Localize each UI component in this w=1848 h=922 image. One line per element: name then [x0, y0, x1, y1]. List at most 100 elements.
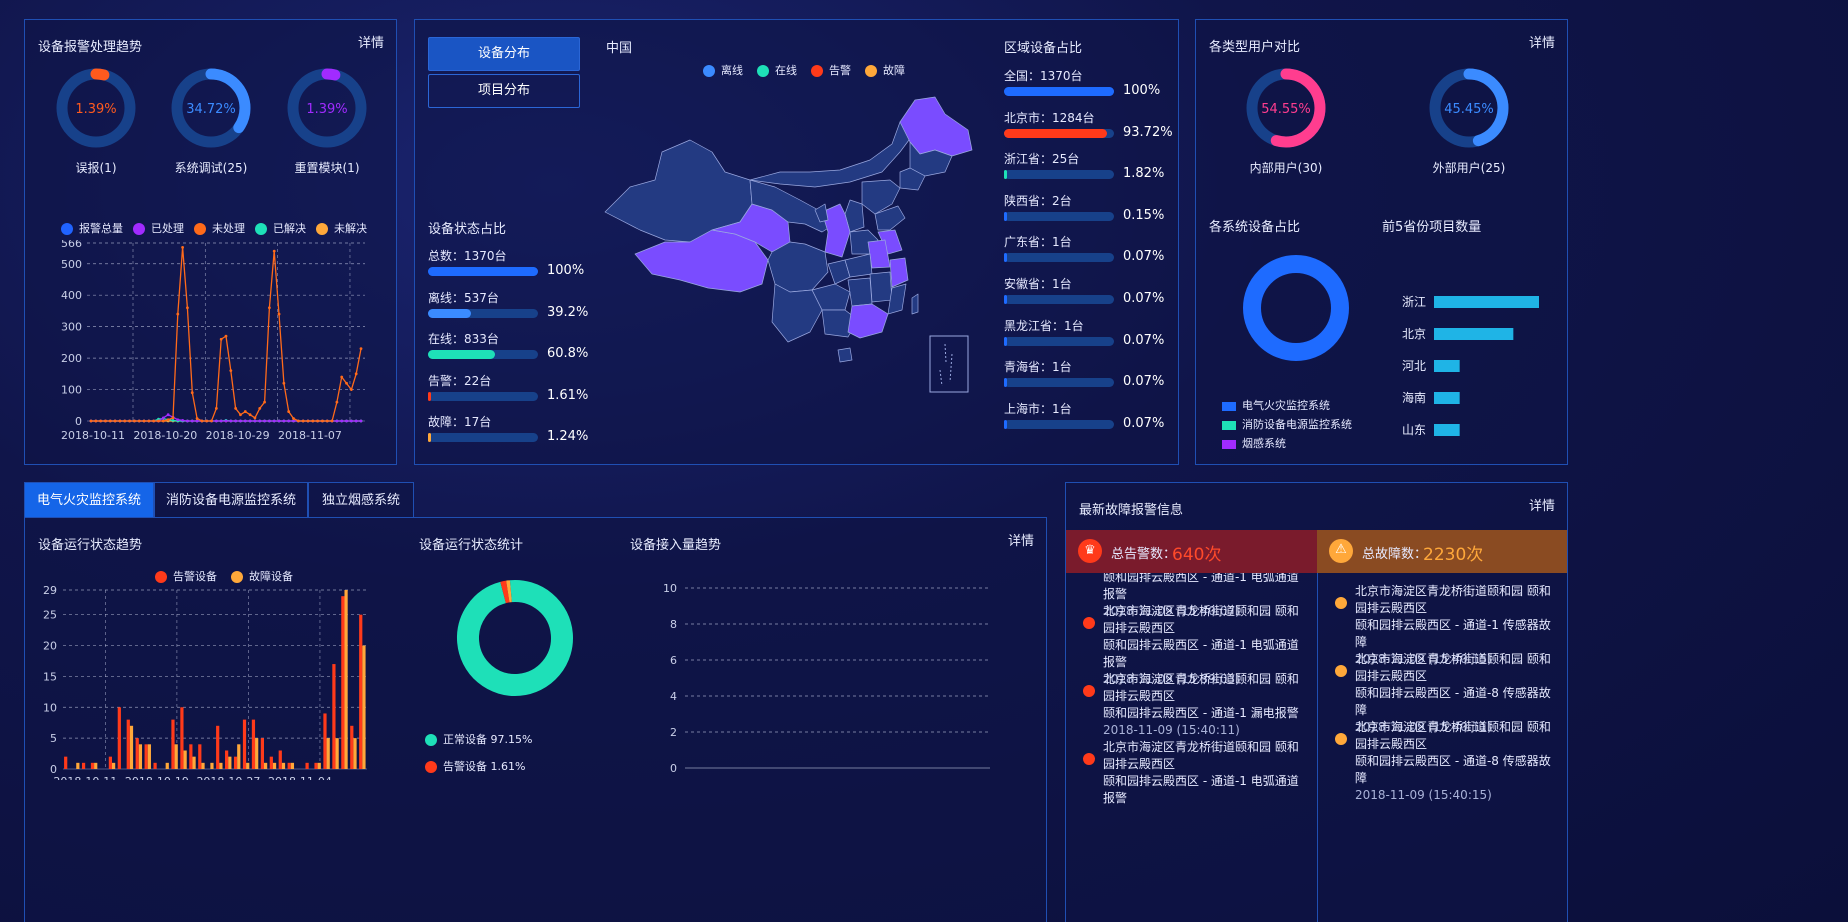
bar-mark [108, 756, 112, 769]
bar-mark [90, 762, 95, 769]
province-bar [1434, 328, 1514, 340]
ring-percent: 1.39% [306, 102, 347, 117]
tab-electrical-fire[interactable]: 电气火灾监控系统 [24, 482, 154, 518]
bar-mark [317, 762, 321, 769]
system-legend-item[interactable]: 电气火灾监控系统 [1222, 396, 1352, 415]
ring-label: 误报(1) [76, 160, 117, 175]
total-fault-banner: ⚠ 总故障数： 2230次 [1317, 530, 1567, 573]
legend-item[interactable]: 告警 [811, 64, 851, 77]
province-label: 河北 [1402, 359, 1426, 373]
device-status-bars: 总数：1370台 100% 离线：537台 39.2% 在线：833台 60.8% 告警：2… [428, 247, 598, 447]
data-point [181, 418, 185, 422]
user-compare-detail-link[interactable]: 详情 [1529, 32, 1555, 51]
x-tick-label: 2018-10-11 [53, 775, 117, 780]
data-point [296, 419, 300, 423]
legend-item[interactable]: 故障 [865, 64, 905, 77]
map-provinces[interactable] [604, 96, 973, 363]
map-region-taiwan[interactable] [911, 293, 919, 315]
bar-mark [189, 744, 193, 769]
progress-bar [1004, 253, 1114, 263]
province-label: 山东 [1402, 423, 1426, 437]
map-region-hainan[interactable] [837, 347, 853, 363]
progress-bar [428, 350, 538, 359]
fault-item-sub: 颐和园排云殿西区 - 通道-1 传感器故障 [1355, 618, 1551, 649]
china-map[interactable] [600, 92, 1000, 402]
legend-item[interactable]: 在线 [757, 64, 797, 77]
data-point [190, 391, 194, 395]
progress-bar [428, 308, 538, 318]
alarm-list-item[interactable]: 北京市海淀区青龙桥街道颐和园 颐和园排云殿西区 颐和园排云殿西区 - 通道-1 … [1103, 739, 1308, 807]
map-region-hubei[interactable] [844, 253, 873, 278]
legend-label: 未处理 [212, 222, 245, 235]
progress-fill [428, 267, 538, 276]
y-tick-label: 29 [43, 584, 57, 597]
bar-mark [255, 738, 259, 769]
map-region-guangdong[interactable] [847, 303, 889, 339]
map-region-zhejiang[interactable] [889, 257, 909, 288]
y-tick-label: 2 [670, 726, 677, 739]
pie-slice [457, 580, 573, 696]
province-bar [1434, 392, 1460, 404]
alarm-trend-detail-link[interactable]: 详情 [358, 32, 384, 51]
alarm-ring-1: 34.72% 系统调试(25) [171, 68, 251, 175]
tab-power-monitor[interactable]: 消防设备电源监控系统 [154, 482, 308, 518]
top5-title: 前5省份项目数量 [1382, 220, 1482, 235]
bar-mark [335, 738, 339, 769]
system-legend-item[interactable]: 消防设备电源监控系统 [1222, 415, 1352, 434]
bar-mark [353, 738, 357, 769]
map-region-sichuan[interactable] [767, 241, 829, 293]
alarm-list-left[interactable]: 颐和园排云殿西区 - 通道-1 电弧通道报警 2018-11-09 (15:40… [1066, 573, 1317, 922]
system-legend-item[interactable]: 烟感系统 [1222, 434, 1352, 453]
stat-legend-item[interactable]: 正常设备 97.15% [425, 726, 532, 753]
data-point [253, 419, 257, 423]
bar-mark [201, 762, 205, 769]
fault-list-item[interactable]: 北京市海淀区青龙桥街道颐和园 颐和园排云殿西区 颐和园排云殿西区 - 通道-8 … [1355, 719, 1560, 804]
legend-label: 未解决 [334, 222, 367, 235]
data-point [161, 416, 165, 420]
y-tick-label: 20 [43, 640, 57, 653]
runtime-detail-link[interactable]: 详情 [1008, 530, 1034, 549]
data-point [243, 419, 247, 423]
legend-label: 报警总量 [79, 222, 123, 235]
bar-mark [147, 744, 151, 769]
legend-label: 电气火灾监控系统 [1242, 399, 1330, 412]
legend-item[interactable]: 报警总量 [61, 222, 123, 235]
data-point [239, 419, 242, 423]
alarm-list-item[interactable]: 北京市海淀区青龙桥街道颐和园 颐和园排云殿西区 颐和园排云殿西区 - 通道-1 … [1103, 671, 1308, 739]
project-distribution-button[interactable]: 项目分布 [428, 74, 580, 108]
stat-legend-item[interactable]: 告警设备 1.61% [425, 753, 532, 780]
progress-fill [1004, 336, 1007, 346]
province-label: 海南 [1402, 390, 1426, 405]
province-label: 浙江 [1402, 295, 1426, 309]
legend-item[interactable]: 未解决 [316, 222, 367, 235]
legend-dot-icon [865, 65, 877, 77]
map-region-hunan[interactable] [847, 277, 873, 307]
data-point [224, 419, 228, 423]
runtime-bar-chart: 0510152025292018-10-112018-10-192018-10-… [43, 584, 367, 780]
legend-item[interactable]: 未处理 [194, 222, 245, 235]
map-region-jiangxi[interactable] [869, 271, 893, 303]
data-point [171, 416, 175, 420]
legend-label: 已解决 [273, 222, 306, 235]
bar-mark [269, 756, 273, 769]
tab-smoke-detector[interactable]: 独立烟感系统 [308, 482, 414, 518]
bar-percent: 0.07% [1123, 291, 1165, 306]
data-point [181, 246, 185, 249]
data-point [287, 419, 291, 423]
alarm-list-right[interactable]: 北京市海淀区青龙桥街道颐和园 颐和园排云殿西区 颐和园排云殿西区 - 通道-1 … [1318, 573, 1567, 922]
legend-item[interactable]: 已处理 [133, 222, 184, 235]
map-region-inner-mongolia[interactable] [749, 121, 916, 188]
bar-mark [198, 744, 202, 769]
alarm-info-detail-link[interactable]: 详情 [1529, 495, 1555, 514]
data-point [330, 419, 334, 423]
legend-item[interactable]: 离线 [703, 64, 743, 77]
alarm-item-time: 2018-11-09 (15:40:11) [1103, 723, 1240, 737]
user-compare-panel: 各类型用户对比 详情 54.55% 内部用户(30) 45.45% 外部用户(25) … [1195, 19, 1568, 465]
data-point [345, 419, 348, 423]
data-point [214, 419, 218, 423]
total-alarm-label: 总告警数： [1111, 547, 1177, 562]
device-distribution-button[interactable]: 设备分布 [428, 37, 580, 71]
bar-percent: 1.24% [547, 429, 589, 444]
legend-item[interactable]: 已解决 [255, 222, 306, 235]
bar-label: 浙江省：25台 [1004, 152, 1080, 167]
